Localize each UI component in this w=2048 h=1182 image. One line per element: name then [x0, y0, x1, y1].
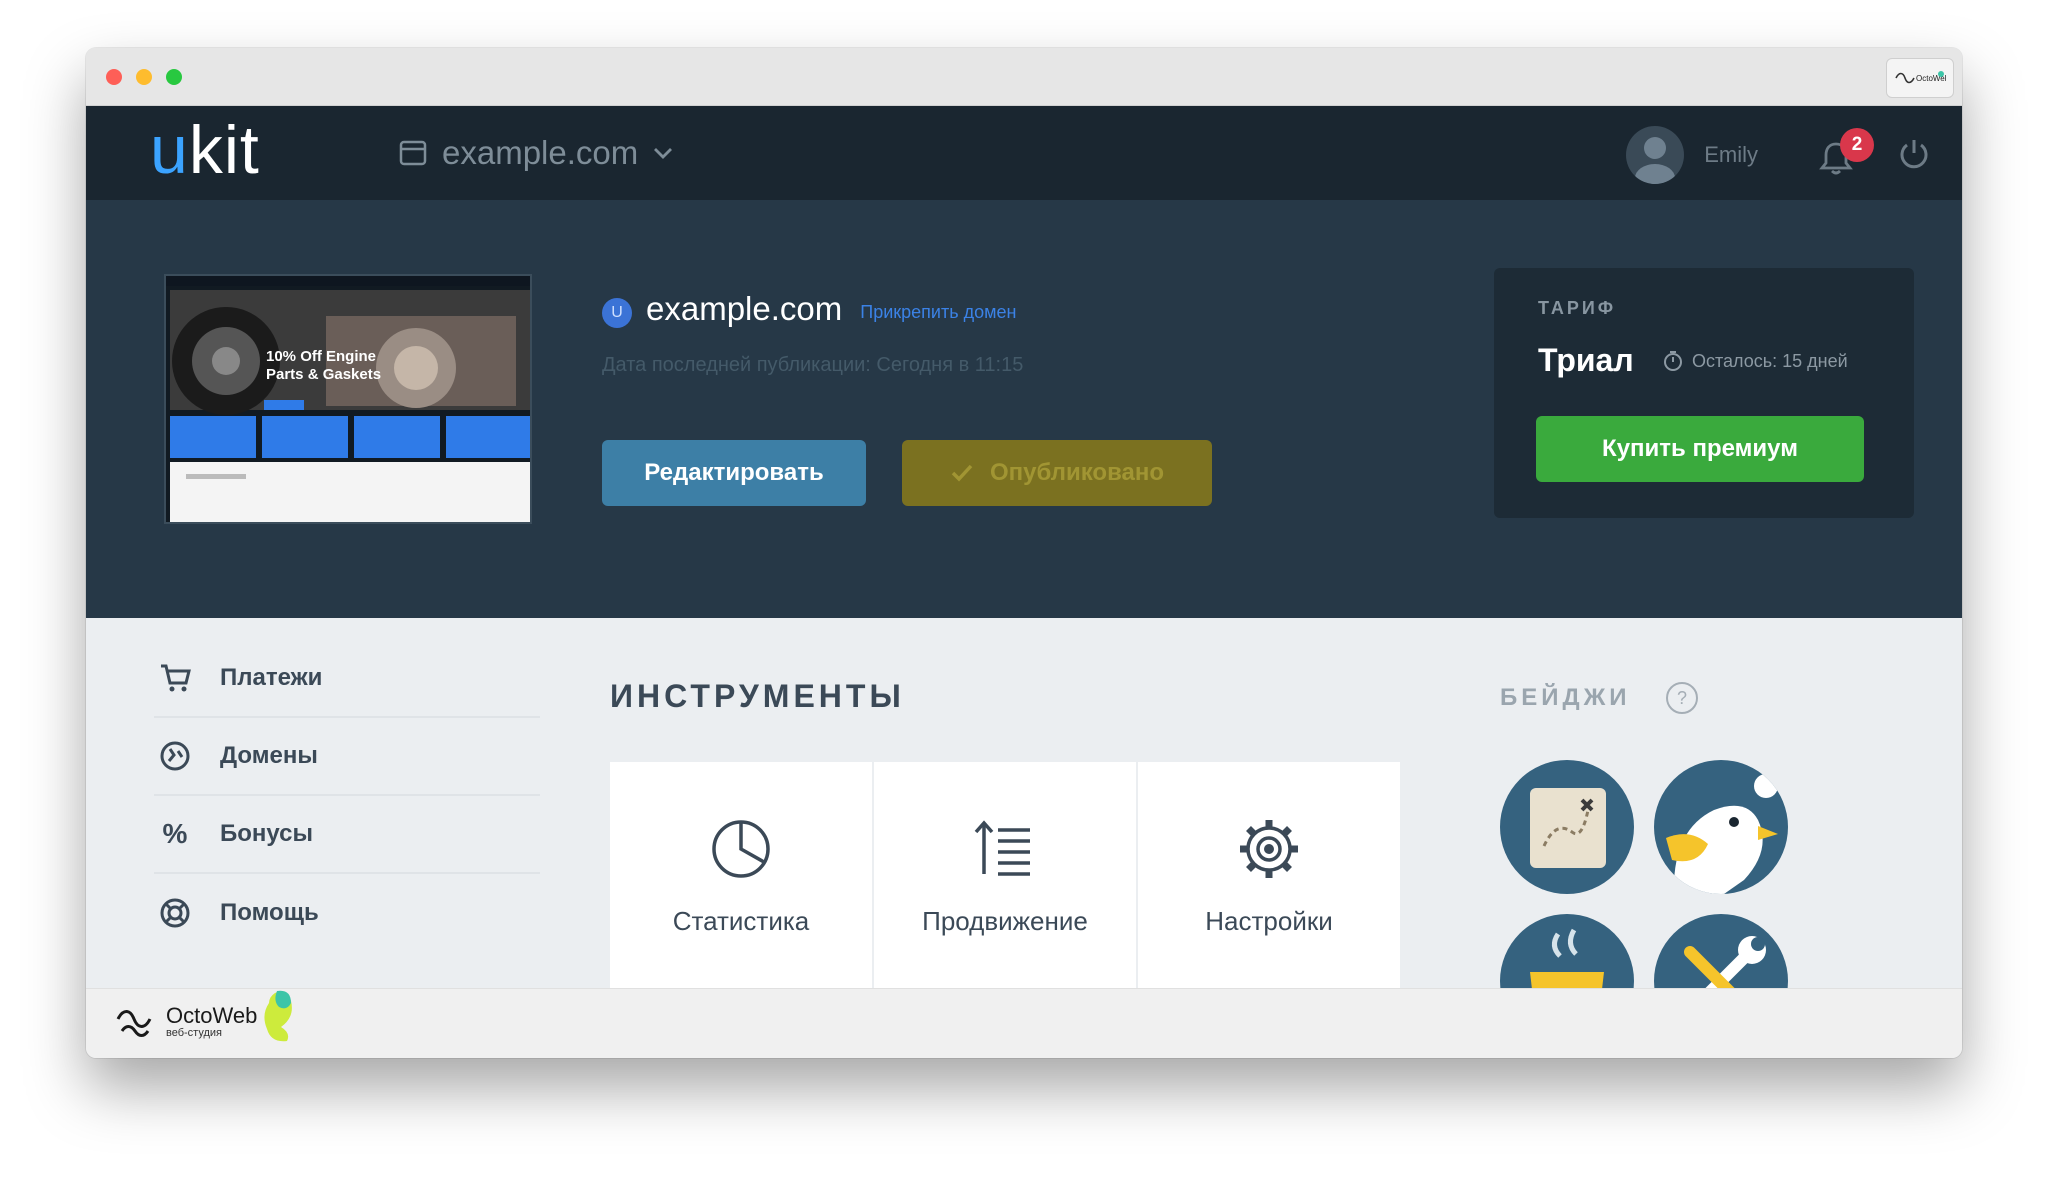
published-label: Опубликовано [989, 459, 1165, 486]
plan-label: ТАРИФ [1538, 298, 1617, 318]
site-selector-dropdown[interactable]: example.com [398, 128, 674, 178]
badge-bird[interactable] [1654, 760, 1788, 894]
badges-heading: БЕЙДЖИ [1500, 684, 1631, 711]
user-menu[interactable]: Emily [1626, 126, 1758, 184]
octoweb-watermark: OctoWeb веб-студия [114, 990, 301, 1043]
plan-card: ТАРИФ Триал Осталось: 15 дней Купить пре… [1494, 268, 1914, 518]
cart-icon [158, 661, 192, 695]
plan-remaining: Осталось: 15 дней [1662, 350, 1848, 372]
tool-label: Статистика [672, 906, 810, 936]
sidebar-item-label: Платежи [220, 664, 323, 691]
last-publish-date: Дата последней публикации: Сегодня в 11:… [602, 354, 1024, 376]
site-info: U example.com Прикрепить домен Дата посл… [602, 290, 1023, 377]
ukit-logo[interactable]: ukit [150, 110, 260, 190]
app-header: ukit example.com Emily 2 [86, 106, 1962, 200]
gear-icon [1240, 820, 1298, 878]
notification-count-badge: 2 [1840, 128, 1874, 162]
sidebar-item-label: Домены [220, 742, 318, 769]
site-overview-panel: 10% Off Engine Parts & Gaskets U example… [86, 200, 1962, 618]
octoweb-brand: OctoWeb [166, 1003, 258, 1028]
attach-domain-link[interactable]: Прикрепить домен [860, 302, 1016, 323]
octoweb-logo-icon [116, 1010, 152, 1037]
titlebar: OctoWeb [86, 48, 1962, 106]
sidebar-item-label: Бонусы [220, 820, 313, 847]
octoweb-accent-shape [264, 990, 293, 1042]
site-window-icon [399, 140, 427, 166]
pie-chart-icon [712, 820, 770, 878]
published-button[interactable]: Опубликовано [902, 440, 1212, 506]
tool-label: Настройки [1205, 906, 1333, 936]
timer-icon [1664, 351, 1682, 371]
checkmark-icon [951, 464, 973, 482]
badges-help-icon[interactable]: ? [1666, 682, 1698, 714]
chevron-down-icon [654, 148, 673, 159]
tool-statistics[interactable]: Статистика [610, 762, 872, 988]
site-thumbnail[interactable]: 10% Off Engine Parts & Gaskets [164, 274, 532, 524]
site-favicon: U [602, 298, 632, 328]
user-name: Emily [1704, 142, 1758, 167]
user-silhouette-icon [1635, 137, 1676, 184]
sidebar-item-payments[interactable]: Платежи [154, 640, 540, 718]
bird-icon [1666, 774, 1778, 894]
logo-u: u [150, 112, 189, 188]
octoweb-subtitle: веб-студия [166, 1027, 222, 1039]
minimize-window-button[interactable] [136, 69, 152, 85]
sidebar-item-label: Помощь [220, 899, 319, 926]
close-window-button[interactable] [106, 69, 122, 85]
site-selector-label: example.com [442, 134, 639, 171]
dashboard-main: Платежи Домены % Бонусы Помощь ИНСТРУМЕН… [86, 618, 1962, 1048]
avatar [1626, 126, 1685, 184]
domain-icon [158, 739, 192, 773]
plan-name: Триал [1538, 342, 1634, 378]
tool-settings[interactable]: Настройки [1138, 762, 1400, 988]
thumbnail-headline: 10% Off Engine Parts & Gaskets [266, 348, 382, 383]
tool-label: Продвижение [922, 906, 1088, 936]
tools-heading: ИНСТРУМЕНТЫ [610, 678, 905, 714]
site-title: example.com [646, 290, 843, 327]
lifebuoy-icon [158, 896, 192, 930]
logo-kit: kit [188, 112, 260, 188]
power-icon[interactable] [1896, 136, 1932, 172]
footer: OctoWeb веб-студия [86, 988, 1962, 1058]
sidebar-item-domains[interactable]: Домены [154, 718, 540, 796]
treasure-map-icon [1530, 788, 1606, 868]
plan-remaining-text: Осталось: 15 дней [1692, 350, 1848, 371]
octoweb-extension-icon: OctoWeb [1895, 71, 1946, 84]
sidebar: Платежи Домены % Бонусы Помощь [154, 640, 540, 952]
badge-map[interactable] [1500, 760, 1634, 894]
extension-button[interactable]: OctoWeb [1886, 58, 1954, 98]
tool-promotion[interactable]: Продвижение [874, 762, 1136, 988]
maximize-window-button[interactable] [166, 69, 182, 85]
sidebar-item-help[interactable]: Помощь [154, 874, 540, 952]
tools-grid: Статистика Продвижение Настройки [610, 762, 1400, 988]
percent-icon: % [162, 818, 188, 849]
promotion-icon [974, 820, 1030, 876]
site-preview-image [166, 276, 530, 522]
buy-premium-button[interactable]: Купить премиум [1536, 416, 1864, 482]
browser-window: OctoWeb ukit example.com Emily 2 10% Off… [86, 48, 1962, 1058]
sidebar-item-bonuses[interactable]: % Бонусы [154, 796, 540, 874]
edit-button[interactable]: Редактировать [602, 440, 866, 506]
